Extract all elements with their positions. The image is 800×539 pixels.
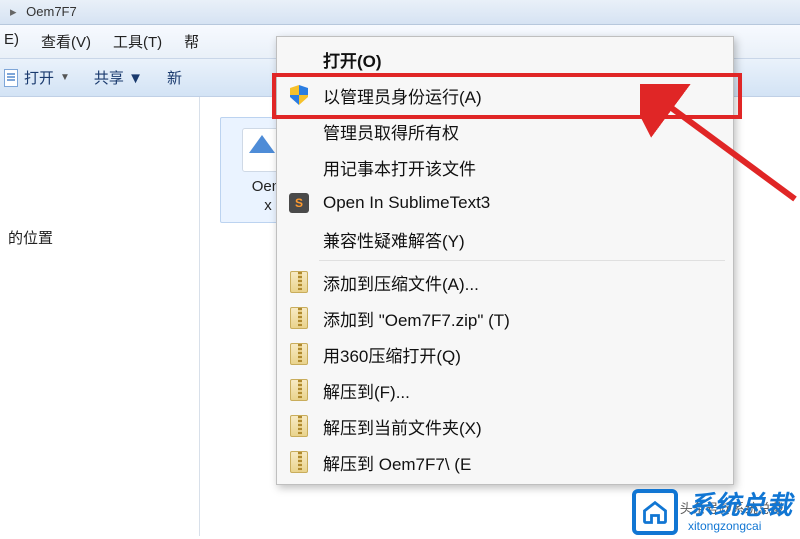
toolbar-open-label: 打开 (24, 67, 54, 88)
cm-troubleshoot-compatibility[interactable]: 兼容性疑难解答(Y) (279, 221, 731, 257)
toolbar-new[interactable]: 新 (167, 67, 182, 88)
breadcrumb-separator-icon: ▸ (10, 4, 17, 19)
cm-add-to-archive[interactable]: 添加到压缩文件(A)... (279, 264, 731, 300)
cm-open-with-360zip[interactable]: 用360压缩打开(Q) (279, 336, 731, 372)
blank-icon (285, 227, 313, 251)
toolbar-open[interactable]: 打开 ▼ (4, 67, 70, 88)
shield-icon (285, 83, 313, 107)
toolbar-share[interactable]: 共享 ▼ (94, 67, 143, 88)
toolbar-share-label: 共享 ▼ (94, 67, 143, 88)
toolbar-new-label: 新 (167, 67, 182, 88)
cm-run-as-admin[interactable]: 以管理员身份运行(A) (279, 77, 731, 113)
cm-extract-here[interactable]: 解压到当前文件夹(X) (279, 408, 731, 444)
nav-recent-places[interactable]: 的位置 (8, 230, 53, 247)
archive-icon (285, 342, 313, 366)
navigation-pane[interactable]: 的位置 (0, 97, 200, 536)
blank-icon (285, 119, 313, 143)
cm-open-with-notepad[interactable]: 用记事本打开该文件 (279, 149, 731, 185)
context-menu: 打开(O) 以管理员身份运行(A) 管理员取得所有权 用记事本打开该文件 S O… (276, 36, 734, 485)
document-icon (4, 69, 18, 87)
menu-separator (319, 260, 725, 261)
breadcrumb-folder[interactable]: Oem7F7 (26, 4, 77, 19)
chevron-down-icon: ▼ (60, 72, 70, 83)
menu-edit[interactable]: E) (4, 31, 19, 52)
address-bar[interactable]: ▸ Oem7F7 (0, 0, 800, 25)
cm-open[interactable]: 打开(O) (279, 41, 731, 77)
watermark-title: 系统总裁 (688, 491, 792, 520)
archive-icon (285, 306, 313, 330)
sublime-icon: S (285, 191, 313, 215)
cm-admin-take-ownership[interactable]: 管理员取得所有权 (279, 113, 731, 149)
archive-icon (285, 450, 313, 474)
watermark: 系统总裁 xitongzongcai (632, 489, 792, 535)
cm-add-to-zip[interactable]: 添加到 "Oem7F7.zip" (T) (279, 300, 731, 336)
archive-icon (285, 414, 313, 438)
archive-icon (285, 270, 313, 294)
archive-icon (285, 378, 313, 402)
watermark-logo-icon (632, 489, 678, 535)
menu-view[interactable]: 查看(V) (41, 31, 91, 52)
menu-help[interactable]: 帮 (184, 31, 199, 52)
cm-extract-to-folder[interactable]: 解压到 Oem7F7\ (E (279, 444, 731, 480)
cm-open-in-sublime[interactable]: S Open In SublimeText3 (279, 185, 731, 221)
blank-icon (285, 47, 313, 71)
menu-tools[interactable]: 工具(T) (113, 31, 162, 52)
watermark-url: xitongzongcai (688, 520, 792, 533)
cm-extract-to[interactable]: 解压到(F)... (279, 372, 731, 408)
blank-icon (285, 155, 313, 179)
